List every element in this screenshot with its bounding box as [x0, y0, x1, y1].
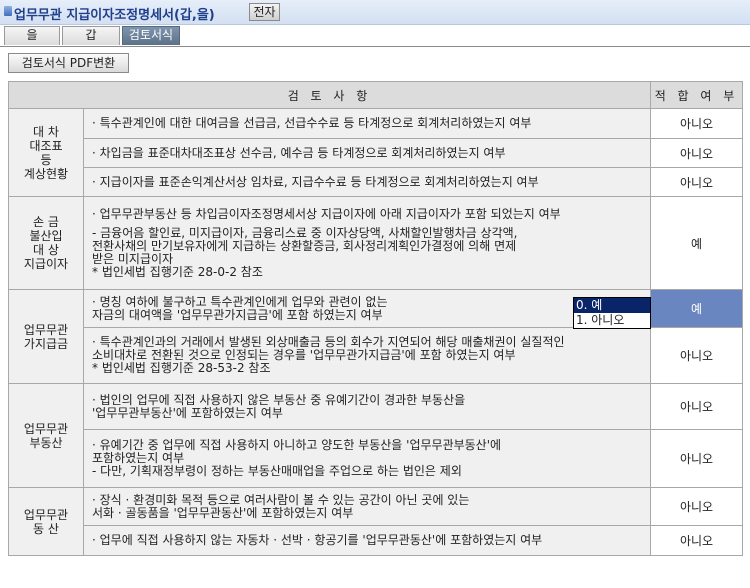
category-nondeductible-interest: 손 금 불산입 대 상 지급이자: [8, 196, 84, 290]
review-item: · 지급이자를 표준손익계산서상 임차료, 지급수수료 등 타계정으로 회계처리…: [82, 167, 652, 197]
dropdown-option-yes[interactable]: 0. 예: [574, 298, 650, 313]
result-cell[interactable]: 아니오: [650, 383, 744, 430]
review-item: · 유예기간 중 업무에 직접 사용하지 아니하고 양도한 부동산을 '업무무관…: [82, 429, 652, 488]
pdf-convert-button[interactable]: 검토서식 PDF변환: [8, 53, 129, 73]
title-bullet-icon: [4, 6, 12, 16]
review-item: · 명칭 여하에 불구하고 특수관계인에게 업무와 관련이 없는 자금의 대여액…: [82, 289, 652, 328]
review-item: · 장식 · 환경미화 목적 등으로 여러사람이 볼 수 있는 공간이 아닌 곳…: [82, 487, 652, 526]
category-unrelated-advances: 업무무관 가지급금: [8, 289, 84, 384]
tab-eul[interactable]: 을: [4, 26, 60, 45]
result-cell[interactable]: 아니오: [650, 108, 744, 139]
review-item: · 특수관계인과의 거래에서 발생된 외상매출금 등의 회수가 지연되어 해당 …: [82, 327, 652, 384]
review-item: · 법인의 업무에 직접 사용하지 않은 부동산 중 유예기간이 경과한 부동산…: [82, 383, 652, 430]
review-item: · 차입금을 표준대차대조표상 선수금, 예수금 등 타계정으로 회계처리하였는…: [82, 138, 652, 168]
review-item: · 특수관계인에 대한 대여금을 선급금, 선급수수료 등 타계정으로 회계처리…: [82, 108, 652, 139]
jeonja-button[interactable]: 전자: [249, 3, 280, 21]
category-unrelated-real-estate: 업무무관 부동산: [8, 383, 84, 488]
category-balance-sheet: 대 차 대조표 등 계상현황: [8, 108, 84, 197]
suitability-header: 적 합 여 부: [650, 81, 744, 109]
tab-review-form[interactable]: 검토서식: [122, 26, 180, 45]
category-unrelated-movables: 업무무관 동 산: [8, 487, 84, 556]
tab-bar: 을 갑 검토서식: [0, 26, 750, 47]
page-title: 업무무관 지급이자조정명세서(갑,을): [14, 8, 215, 23]
dropdown-option-no[interactable]: 1. 아니오: [574, 313, 650, 328]
result-cell[interactable]: 예: [650, 196, 744, 290]
review-items-header: 검 토 사 항: [7, 81, 652, 109]
review-item: · 업무무관부동산 등 차입금이자조정명세서상 지급이자에 아래 지급이자가 포…: [82, 196, 652, 290]
result-cell[interactable]: 아니오: [650, 487, 744, 526]
result-cell[interactable]: 아니오: [650, 167, 744, 197]
suitability-dropdown-list[interactable]: 0. 예 1. 아니오: [573, 297, 651, 329]
title-bar: 업무무관 지급이자조정명세서(갑,을) 전자: [0, 0, 750, 25]
result-cell[interactable]: 아니오: [650, 327, 744, 384]
result-cell[interactable]: 아니오: [650, 138, 744, 168]
result-cell[interactable]: 아니오: [650, 525, 744, 556]
result-cell-selected[interactable]: 예: [650, 289, 744, 328]
tab-gap[interactable]: 갑: [62, 26, 120, 45]
result-cell[interactable]: 아니오: [650, 429, 744, 488]
review-item: · 업무에 직접 사용하지 않는 자동차 · 선박 · 항공기를 '업무무관동산…: [82, 525, 652, 556]
